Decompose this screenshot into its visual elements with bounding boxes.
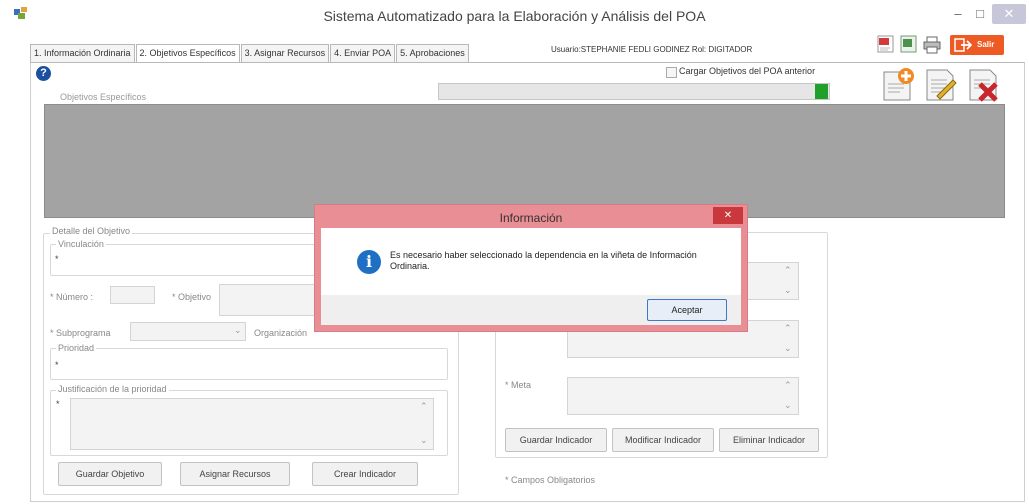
scroll-down-icon[interactable]: ⌄ (784, 400, 792, 411)
justificacion-label: Justificación de la prioridad (56, 384, 169, 394)
meta-label: * Meta (505, 380, 532, 390)
help-icon[interactable]: ? (36, 66, 51, 81)
objetivo-field[interactable] (219, 284, 321, 316)
guardar-objetivo-button[interactable]: Guardar Objetivo (58, 462, 162, 486)
export-icon[interactable] (899, 34, 919, 54)
subprograma-label: * Subprograma (50, 328, 111, 338)
vinculacion-label: Vinculación (56, 239, 106, 249)
info-icon: i (357, 250, 381, 274)
print-icon[interactable] (922, 36, 942, 54)
info-dialog: Información ✕ i Es necesario haber selec… (314, 204, 748, 332)
organizacion-label: Organización (254, 328, 308, 338)
objetivo-label: * Objetivo (172, 292, 212, 302)
asignar-recursos-button[interactable]: Asignar Recursos (180, 462, 290, 486)
justificacion-field[interactable]: ⌃ ⌄ (70, 398, 434, 450)
tab-informacion-ordinaria[interactable]: 1. Información Ordinaria (30, 44, 135, 63)
justificacion-value: * (56, 399, 60, 409)
subprograma-select[interactable]: ⌄ (130, 322, 246, 341)
dialog-close-button[interactable]: ✕ (713, 207, 743, 224)
prioridad-group (50, 348, 448, 380)
modificar-indicador-button[interactable]: Modificar Indicador (612, 428, 714, 452)
add-document-icon[interactable] (880, 66, 916, 102)
numero-field[interactable] (110, 286, 155, 304)
user-info: Usuario:STEPHANIE FEDLI GODINEZ Rol: DIG… (551, 45, 753, 54)
progress-fill (815, 84, 828, 99)
close-window-button[interactable]: ✕ (992, 4, 1026, 24)
dialog-message: Es necesario haber seleccionado la depen… (390, 250, 697, 271)
pdf-icon[interactable] (876, 34, 896, 54)
crear-indicador-button[interactable]: Crear Indicador (312, 462, 418, 486)
exit-arrow-icon (954, 38, 972, 52)
scroll-up-icon[interactable]: ⌃ (420, 401, 428, 412)
objetivos-label: Objetivos Específicos (60, 92, 147, 102)
cargar-label: Cargar Objetivos del POA anterior (679, 66, 816, 76)
dialog-title: Información (499, 211, 563, 225)
scroll-down-icon[interactable]: ⌄ (784, 285, 792, 296)
scroll-up-icon[interactable]: ⌃ (784, 265, 792, 276)
campos-obligatorios-note: * Campos Obligatorios (505, 475, 596, 485)
minimize-button[interactable]: – (946, 4, 970, 24)
scroll-down-icon[interactable]: ⌄ (784, 343, 792, 354)
delete-document-icon[interactable] (966, 66, 1002, 102)
exit-label: Salir (977, 40, 995, 49)
prioridad-value[interactable]: * (55, 360, 59, 370)
numero-label: * Número : (50, 292, 94, 302)
edit-document-icon[interactable] (923, 66, 959, 102)
maximize-button[interactable]: □ (969, 4, 991, 24)
chevron-down-icon: ⌄ (234, 325, 242, 335)
prioridad-label: Prioridad (56, 343, 97, 353)
dialog-footer: Aceptar (321, 295, 741, 325)
tab-objetivos-especificos[interactable]: 2. Objetivos Específicos (135, 44, 240, 64)
scroll-down-icon[interactable]: ⌄ (420, 435, 428, 446)
tab-asignar-recursos[interactable]: 3. Asignar Recursos (240, 44, 330, 63)
aceptar-button[interactable]: Aceptar (647, 299, 727, 321)
cargar-checkbox[interactable] (666, 67, 677, 78)
guardar-indicador-button[interactable]: Guardar Indicador (505, 428, 607, 452)
meta-field[interactable]: ⌃ ⌄ (567, 377, 799, 415)
dialog-body: i Es necesario haber seleccionado la dep… (321, 228, 741, 325)
detalle-legend: Detalle del Objetivo (50, 226, 133, 236)
exit-button[interactable]: Salir (950, 35, 1004, 55)
vinculacion-value[interactable]: * (55, 254, 59, 264)
tab-aprobaciones[interactable]: 5. Aprobaciones (396, 44, 469, 63)
eliminar-indicador-button[interactable]: Eliminar Indicador (719, 428, 819, 452)
title-bar: Sistema Automatizado para la Elaboración… (0, 0, 1029, 32)
objetivos-grid[interactable] (44, 104, 1005, 218)
tab-bar: 1. Información Ordinaria 2. Objetivos Es… (30, 44, 470, 64)
tab-enviar-poa[interactable]: 4. Enviar POA (330, 44, 396, 63)
window-title: Sistema Automatizado para la Elaboración… (323, 8, 706, 24)
progress-bar (438, 83, 830, 100)
scroll-up-icon[interactable]: ⌃ (784, 380, 792, 391)
scroll-up-icon[interactable]: ⌃ (784, 323, 792, 334)
